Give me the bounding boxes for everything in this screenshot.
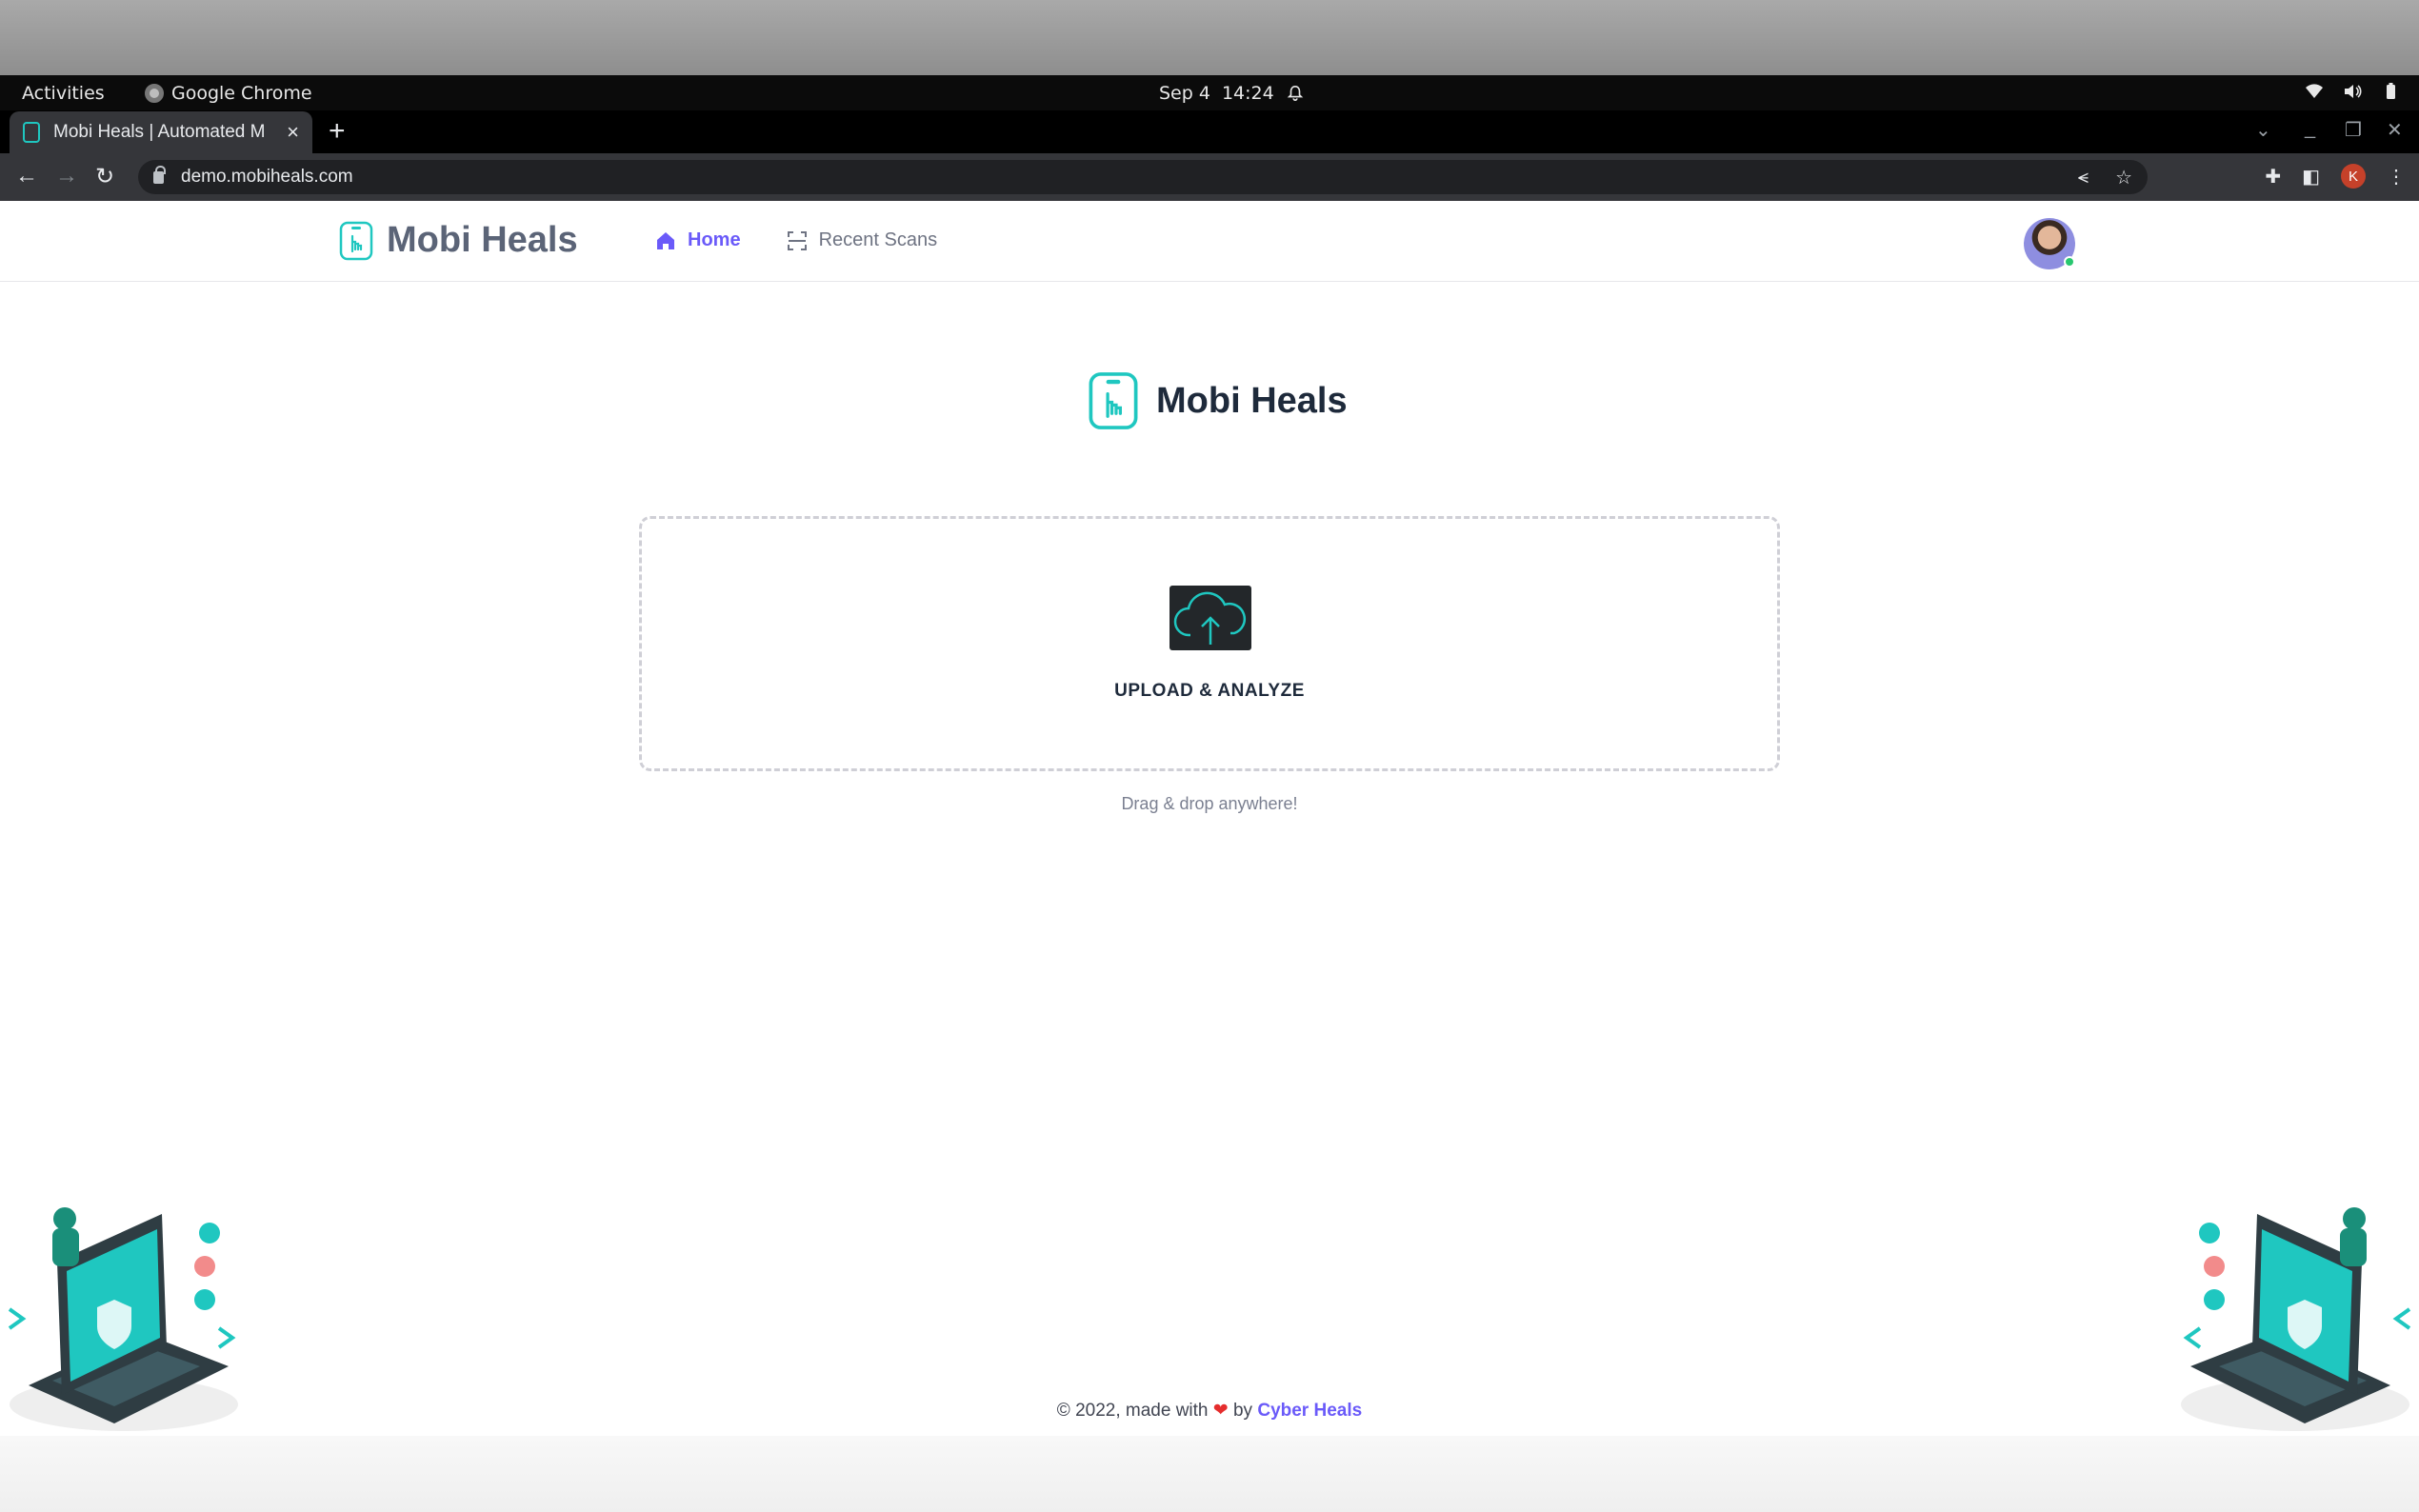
- desktop-background-top: [0, 0, 2419, 75]
- system-tray[interactable]: [2305, 83, 2400, 100]
- address-bar[interactable]: demo.mobiheals.com ⪪ ☆: [138, 160, 2148, 194]
- restore-icon[interactable]: ❐: [2345, 118, 2362, 142]
- wifi-icon: [2306, 84, 2323, 98]
- system-top-bar: Activities Google Chrome Sep 4 14:24: [0, 75, 2419, 110]
- lock-icon: [153, 165, 166, 184]
- upload-cloud-icon[interactable]: [1170, 586, 1251, 650]
- minimize-icon[interactable]: _: [2305, 118, 2315, 140]
- profile-avatar[interactable]: K: [2341, 164, 2366, 189]
- mobiheals-logo-icon: [339, 221, 373, 260]
- browser-tab-active[interactable]: Mobi Heals | Automated M ×: [10, 111, 312, 153]
- security-illustration-left: [8, 1207, 238, 1431]
- tab-title: Mobi Heals | Automated M: [53, 122, 266, 142]
- tab-close-icon[interactable]: ×: [287, 120, 299, 145]
- app-name: Google Chrome: [171, 83, 312, 104]
- tab-search-icon[interactable]: ⌄: [2255, 118, 2271, 142]
- battery-icon: [2387, 83, 2395, 99]
- scan-icon: [787, 230, 807, 250]
- footer-prefix: © 2022, made with: [1056, 1401, 1209, 1421]
- back-icon[interactable]: ←: [15, 163, 38, 189]
- main-logo-text: Mobi Heals: [1156, 380, 1348, 421]
- brand[interactable]: Mobi Heals: [339, 220, 578, 261]
- upload-dropzone[interactable]: UPLOAD & ANALYZE: [639, 516, 1780, 771]
- browser-tab-strip: Mobi Heals | Automated M × + ⌄ _ ❐ ✕: [0, 110, 2419, 153]
- mobiheals-logo-icon: [1089, 372, 1138, 429]
- nav-home-label: Home: [688, 229, 741, 250]
- nav-recent-scans[interactable]: Recent Scans: [787, 229, 938, 251]
- chrome-icon: [145, 84, 164, 103]
- nav-home[interactable]: Home: [655, 229, 741, 251]
- clock-date: Sep 4: [1159, 83, 1210, 104]
- online-status-dot: [2064, 256, 2075, 268]
- brand-name: Mobi Heals: [387, 220, 578, 260]
- home-icon: [657, 231, 674, 249]
- browser-toolbar: ← → ↻ demo.mobiheals.com ⪪ ☆ ✚ ◧ K ⋮: [0, 153, 2419, 201]
- volume-icon: [2345, 85, 2362, 98]
- drag-drop-hint: Drag & drop anywhere!: [1121, 794, 1298, 813]
- reload-icon[interactable]: ↻: [95, 163, 114, 190]
- footer-cyber-heals-link[interactable]: Cyber Heals: [1257, 1401, 1362, 1421]
- app-header: Mobi Heals Home Recent Scans: [0, 201, 2419, 282]
- footer-by: by: [1232, 1401, 1253, 1421]
- menu-kebab-icon[interactable]: ⋮: [2387, 165, 2406, 189]
- security-illustration-right: [2181, 1207, 2411, 1431]
- upload-analyze-label[interactable]: UPLOAD & ANALYZE: [642, 681, 1777, 702]
- app-menu[interactable]: Google Chrome: [145, 83, 312, 104]
- side-panel-icon[interactable]: ◧: [2302, 165, 2320, 189]
- bookmark-star-icon[interactable]: ☆: [2115, 166, 2132, 189]
- heart-icon: ❤: [1212, 1401, 1229, 1421]
- user-avatar[interactable]: [2024, 218, 2075, 269]
- tab-favicon-icon: [23, 122, 40, 143]
- activities-button[interactable]: Activities: [22, 83, 105, 104]
- bell-icon: [1287, 85, 1303, 101]
- share-icon[interactable]: ⪪: [2078, 167, 2089, 189]
- desktop-background-bottom: [0, 1436, 2419, 1512]
- new-tab-button[interactable]: +: [329, 115, 346, 148]
- close-window-icon[interactable]: ✕: [2387, 118, 2403, 142]
- nav-recent-scans-label: Recent Scans: [818, 229, 938, 250]
- forward-icon[interactable]: →: [55, 163, 78, 189]
- main-logo: Mobi Heals: [1086, 371, 1348, 430]
- clock-time: 14:24: [1221, 83, 1274, 104]
- url-text: demo.mobiheals.com: [181, 167, 353, 187]
- main-nav: Home Recent Scans: [655, 229, 937, 251]
- footer: © 2022, made with ❤ by Cyber Heals: [0, 1400, 2419, 1422]
- clock[interactable]: Sep 4 14:24: [1159, 83, 1305, 104]
- extensions-icon[interactable]: ✚: [2265, 165, 2281, 189]
